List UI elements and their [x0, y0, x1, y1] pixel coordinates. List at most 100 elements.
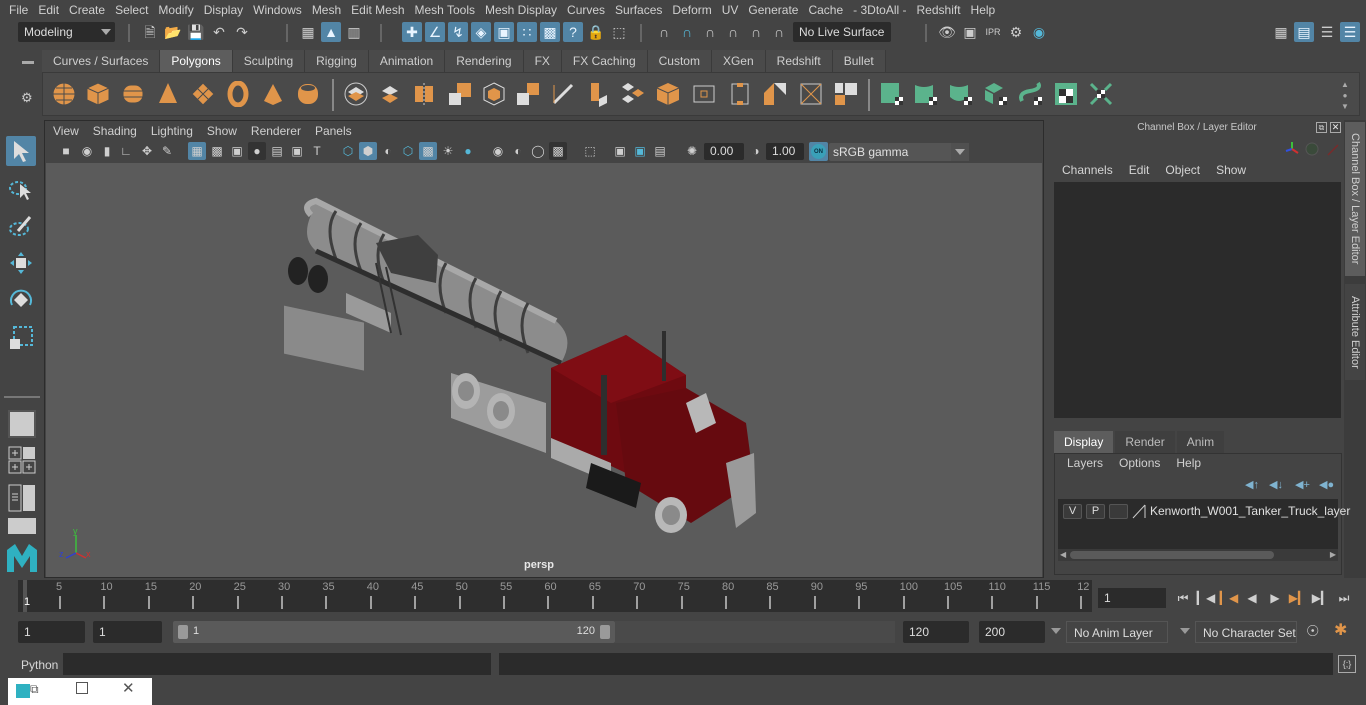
animation-preferences-icon[interactable]: ✱ — [1334, 620, 1347, 640]
step-forward-key-icon[interactable]: ▶▎ — [1289, 589, 1307, 607]
layer-tab-display[interactable]: Display — [1054, 431, 1114, 453]
viewport-menu-renderer[interactable]: Renderer — [251, 124, 309, 138]
snap-grid-icon[interactable]: ✚ — [402, 22, 422, 42]
wireframe-icon[interactable]: ⬡ — [339, 142, 357, 160]
channel-box-menu-edit[interactable]: Edit — [1121, 163, 1158, 177]
3d-viewport[interactable]: y x z persp — [46, 163, 1042, 577]
range-end-handle[interactable] — [600, 625, 610, 639]
attribute-editor-icon[interactable]: ▤ — [1294, 22, 1314, 42]
render-view-icon[interactable]: ▩ — [540, 22, 560, 42]
poly-torus-icon[interactable] — [225, 81, 251, 107]
safe-title-icon[interactable]: T — [308, 142, 326, 160]
shelf-tab-fx-caching[interactable]: FX Caching — [561, 50, 648, 72]
use-all-lights-icon[interactable]: ☀ — [439, 142, 457, 160]
menu-cache[interactable]: Cache — [803, 3, 848, 17]
viewport-menu-panels[interactable]: Panels — [315, 124, 360, 138]
lock-icon[interactable]: 🔒 — [586, 22, 606, 42]
screen-space-ao-icon[interactable]: ◉ — [489, 142, 507, 160]
poly-cube-icon[interactable] — [85, 81, 111, 107]
ipr-render-icon[interactable]: IPR — [983, 22, 1003, 42]
select-tool-icon[interactable] — [6, 136, 36, 166]
layer-menu-help[interactable]: Help — [1168, 456, 1209, 470]
select-camera-icon[interactable]: ■ — [57, 142, 75, 160]
2d-pan-zoom-icon[interactable]: ✥ — [138, 142, 156, 160]
single-perspective-layout-icon[interactable] — [8, 410, 36, 438]
layer-menu-options[interactable]: Options — [1111, 456, 1168, 470]
multi-cut-icon[interactable] — [550, 81, 576, 107]
bevel-icon[interactable] — [655, 81, 681, 107]
isolate-select-icon[interactable]: ⬚ — [581, 142, 599, 160]
layer-menu-layers[interactable]: Layers — [1059, 456, 1111, 470]
move-layer-down-icon[interactable]: ◀↓ — [1269, 478, 1283, 491]
start-time-field[interactable]: 1 — [18, 621, 85, 643]
retopologize-icon[interactable] — [515, 81, 541, 107]
color-management-toggle[interactable]: ON — [809, 142, 828, 161]
outliner-persp-layout-icon[interactable] — [8, 484, 36, 512]
menu-help[interactable]: Help — [966, 3, 1001, 17]
new-scene-icon[interactable]: 🗎 — [140, 22, 160, 42]
step-back-key-icon[interactable]: ▎◀ — [1220, 589, 1238, 607]
shelf-tab-rigging[interactable]: Rigging — [305, 50, 369, 72]
field-chart-icon[interactable]: ▤ — [268, 142, 286, 160]
film-gate-icon[interactable]: ▩ — [208, 142, 226, 160]
shelf-tab-xgen[interactable]: XGen — [711, 50, 766, 72]
color-space-dropdown[interactable]: sRGB gamma — [829, 143, 969, 161]
render-sequence-icon[interactable]: ▣ — [960, 22, 980, 42]
layer-color-swatch-icon[interactable] — [1132, 504, 1146, 519]
layer-playback-toggle[interactable]: P — [1086, 504, 1105, 519]
side-tab-channel-box[interactable]: Channel Box / Layer Editor — [1345, 122, 1365, 276]
side-tab-attribute-editor[interactable]: Attribute Editor — [1345, 284, 1365, 380]
shelf-tab-custom[interactable]: Custom — [647, 50, 712, 72]
shelf-tab-fx[interactable]: FX — [523, 50, 562, 72]
shelf-tab-redshift[interactable]: Redshift — [765, 50, 833, 72]
rotate-tool-icon[interactable] — [6, 285, 36, 315]
mirror-icon[interactable] — [411, 81, 437, 107]
select-hierarchy-icon[interactable]: ▦ — [298, 22, 318, 42]
menu-deform[interactable]: Deform — [667, 3, 716, 17]
magnet-grid-icon[interactable]: ∩ — [654, 22, 674, 42]
textured-icon[interactable]: ▩ — [419, 142, 437, 160]
persp-graph-layout-icon[interactable] — [8, 518, 36, 534]
snap-point-icon[interactable]: ↯ — [448, 22, 468, 42]
depth-of-field-icon[interactable]: ▩ — [549, 142, 567, 160]
live-surface-field[interactable]: No Live Surface — [793, 22, 891, 42]
bridge-icon[interactable] — [620, 81, 646, 107]
move-tool-icon[interactable] — [6, 248, 36, 278]
current-frame-field[interactable]: 1 — [1098, 588, 1166, 608]
render-settings-icon[interactable]: ⚙ — [1006, 22, 1026, 42]
redo-icon[interactable]: ↷ — [232, 22, 252, 42]
new-layer-selected-icon[interactable]: ◀● — [1319, 478, 1334, 491]
menu-create[interactable]: Create — [64, 3, 110, 17]
menu-redshift[interactable]: Redshift — [912, 3, 966, 17]
merge-icon[interactable] — [833, 81, 859, 107]
play-backwards-icon[interactable]: ◀ — [1243, 589, 1261, 607]
auto-key-icon[interactable]: ☉ — [1306, 622, 1319, 640]
anim-layer-chevron-icon[interactable] — [1051, 628, 1061, 634]
menu-curves[interactable]: Curves — [562, 3, 610, 17]
float-panel-icon[interactable]: ⧉ — [1316, 122, 1327, 133]
snap-surface-icon[interactable]: ▣ — [494, 22, 514, 42]
script-editor-icon[interactable]: {;} — [1338, 655, 1356, 673]
scroll-thumb[interactable] — [1070, 551, 1274, 559]
character-set-chevron-icon[interactable] — [1180, 628, 1190, 634]
gamma-icon[interactable]: ◑ — [747, 142, 765, 160]
shelf-tab-animation[interactable]: Animation — [368, 50, 446, 72]
viewport-menu-lighting[interactable]: Lighting — [151, 124, 201, 138]
exposure-icon[interactable]: ✺ — [683, 142, 701, 160]
go-to-end-icon[interactable]: ⏭ — [1335, 589, 1353, 607]
menu-mesh[interactable]: Mesh — [307, 3, 346, 17]
status-indicator-icon[interactable] — [1305, 142, 1319, 156]
shelf-tab-bullet[interactable]: Bullet — [832, 50, 886, 72]
step-forward-frame-icon[interactable]: ▶▎ — [1312, 589, 1330, 607]
modeling-toolkit-icon[interactable]: ▦ — [1271, 22, 1291, 42]
shelf-tab-curves-surfaces[interactable]: Curves / Surfaces — [42, 50, 161, 72]
menu-file[interactable]: File — [4, 3, 33, 17]
uv-planar-icon[interactable] — [879, 81, 905, 107]
shelf-tab-sculpting[interactable]: Sculpting — [232, 50, 306, 72]
menu-select[interactable]: Select — [110, 3, 153, 17]
layer-name[interactable]: Kenworth_W001_Tanker_Truck_layer — [1150, 504, 1350, 518]
layer-list-scrollbar[interactable]: ◀ ▶ — [1058, 549, 1338, 561]
remesh-icon[interactable] — [481, 81, 507, 107]
resolution-gate-icon[interactable]: ▣ — [228, 142, 246, 160]
four-view-layout-icon[interactable] — [8, 446, 36, 474]
